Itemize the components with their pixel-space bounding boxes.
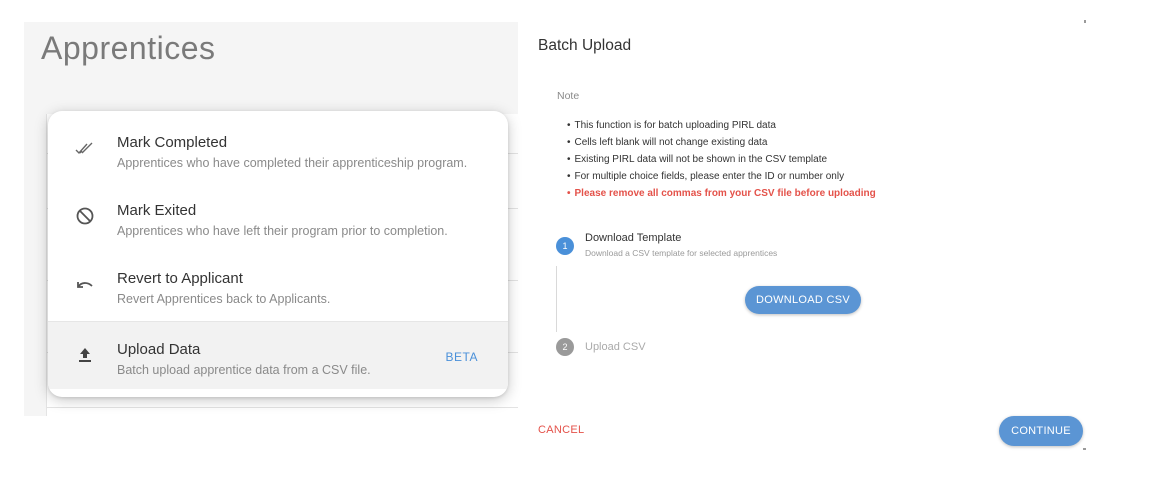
step-number-badge: 1 [556,237,574,255]
undo-icon [74,273,96,295]
menu-item-title: Mark Completed [117,134,228,151]
step-number-badge: 2 [556,338,574,356]
note-text: For multiple choice fields, please enter… [574,171,845,182]
continue-button[interactable]: CONTINUE [999,416,1083,446]
upload-icon [74,344,96,366]
note-item: • Existing PIRL data will not be shown in… [567,151,876,168]
note-list: • This function is for batch uploading PI… [567,117,876,202]
menu-item-revert-to-applicant[interactable]: Revert to Applicant Revert Apprentices b… [48,251,508,319]
bullet: • [567,188,571,199]
step-title: Upload CSV [585,341,646,353]
menu-item-mark-exited[interactable]: Mark Exited Apprentices who have left th… [48,183,508,251]
bullet: • [567,154,571,165]
note-label: Note [557,90,580,102]
bullet: • [567,120,571,131]
step-subtitle: Download a CSV template for selected app… [585,248,778,258]
actions-menu: Mark Completed Apprentices who have comp… [48,111,508,397]
menu-item-subtitle: Batch upload apprentice data from a CSV … [117,363,371,377]
resize-corner-mark [1083,448,1086,450]
note-text: Cells left blank will not change existin… [574,137,768,148]
warning-note: • Please remove all commas from your CSV … [567,185,876,202]
step-connector-line [556,266,557,332]
menu-item-upload-data[interactable]: Upload Data Batch upload apprentice data… [48,321,508,389]
warning-text: Please remove all commas from your CSV f… [574,188,876,199]
page-title: Apprentices [41,30,216,66]
menu-item-subtitle: Apprentices who have left their program … [117,224,448,238]
resize-corner-mark [1084,20,1086,23]
step-title: Download Template [585,232,682,244]
note-text: This function is for batch uploading PIR… [574,120,776,131]
bullet: • [567,171,571,182]
menu-item-subtitle: Apprentices who have completed their app… [117,156,468,170]
menu-item-title: Mark Exited [117,202,197,219]
bullet: • [567,137,571,148]
menu-item-subtitle: Revert Apprentices back to Applicants. [117,292,331,306]
download-csv-button[interactable]: DOWNLOAD CSV [745,286,861,314]
double-check-icon [74,137,96,159]
beta-badge: BETA [445,350,478,364]
list-divider [46,407,518,408]
upload-stepper: 1 Download Template Download a CSV templ… [556,230,1076,370]
menu-item-title: Upload Data [117,341,201,358]
dialog-title: Batch Upload [538,37,632,54]
menu-item-mark-completed[interactable]: Mark Completed Apprentices who have comp… [48,115,508,183]
note-item: • Cells left blank will not change existi… [567,134,876,151]
block-icon [74,205,96,227]
batch-upload-dialog: Batch Upload Note • This function is for … [526,20,1088,452]
cancel-button[interactable]: CANCEL [538,424,584,436]
note-item: • For multiple choice fields, please ente… [567,168,876,185]
note-text: Existing PIRL data will not be shown in … [574,154,828,165]
note-item: • This function is for batch uploading PI… [567,117,876,134]
menu-item-title: Revert to Applicant [117,270,243,287]
